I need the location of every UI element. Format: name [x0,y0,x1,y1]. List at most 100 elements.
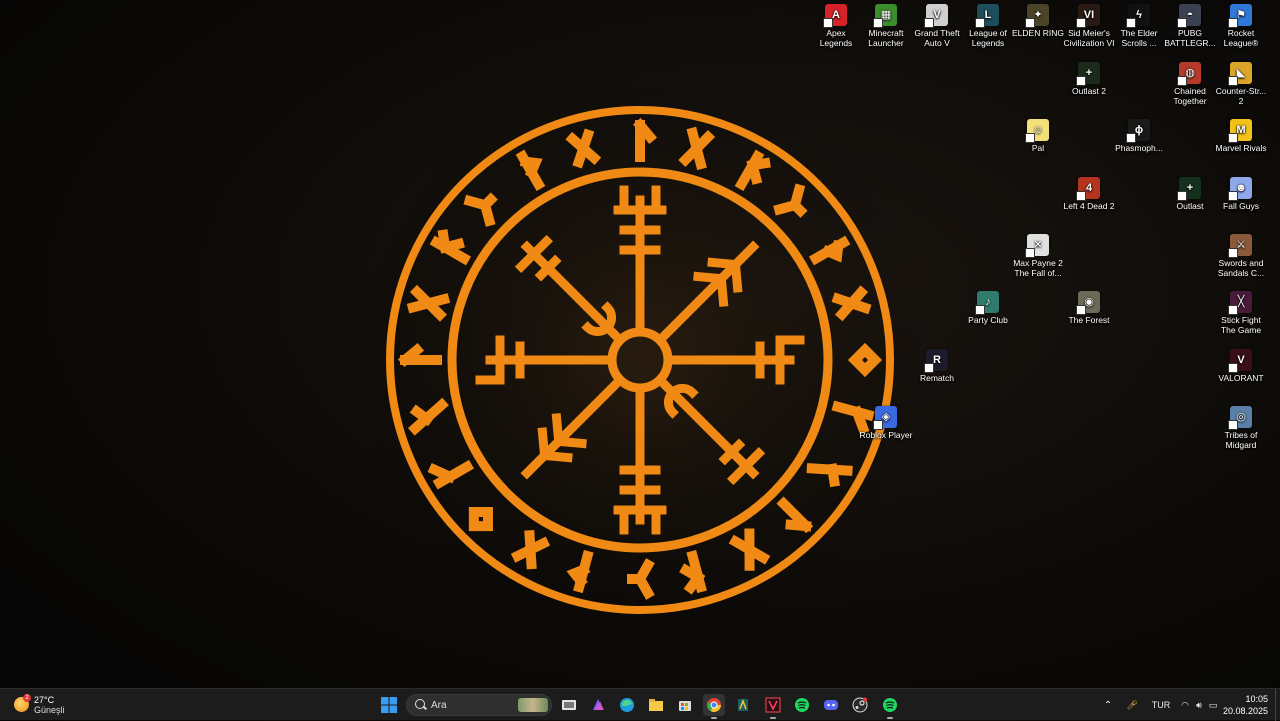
battery-icon[interactable]: ▭ [1206,700,1220,711]
desktop-icon-label: Phasmoph... [1115,143,1163,153]
copilot-button[interactable] [587,694,609,716]
desktop-icon-outlast[interactable]: + Outlast [1162,177,1218,211]
valorant-icon [765,697,781,713]
apex-legends-icon: A [823,4,847,28]
show-desktop-button[interactable] [1275,689,1280,721]
desktop-icon-label: Chained Together [1173,86,1207,106]
desktop-icon-swords-and-sandals-c[interactable]: ⚔ Swords and Sandals C... [1213,234,1269,278]
desktop-icon-league-of-legends[interactable]: L League of Legends [960,4,1016,48]
desktop-icon-the-elder-scrolls[interactable]: ϟ The Elder Scrolls ... [1111,4,1167,48]
desktop-icon-outlast-2[interactable]: + Outlast 2 [1061,62,1117,96]
desktop-icon-chained-together[interactable]: ◍ Chained Together [1162,62,1218,106]
desktop-icon-rematch[interactable]: R Rematch [909,349,965,383]
store-button[interactable] [674,694,696,716]
desktop-icon-label: Rematch [919,373,954,383]
start-button[interactable] [378,694,400,716]
pal-icon: ☺ [1025,119,1049,143]
desktop-icon-apex-legends[interactable]: A Apex Legends [808,4,864,48]
discord-button[interactable] [820,694,842,716]
microphone-icon[interactable]: 🎤︎ [1122,700,1142,711]
desktop-icon-sid-meier-s-civilization-vi[interactable]: VI Sid Meier's Civilization VI [1061,4,1117,48]
phasmoph-icon: ϕ [1126,119,1150,143]
volume-icon[interactable]: 🔊︎ [1192,700,1206,711]
weather-temperature: 27°C [34,695,55,705]
desktop-icon-counter-str-2[interactable]: ◣ Counter-Str... 2 [1213,62,1269,106]
counter-str-2-icon: ◣ [1228,62,1252,86]
desktop-icon-fall-guys[interactable]: ☻ Fall Guys [1213,177,1269,211]
elden-ring-icon: ✦ [1025,4,1049,28]
outlast-icon: + [1177,177,1201,201]
party-club-icon: ♪ [975,291,999,315]
search-box[interactable]: Ara [406,694,552,716]
steam-icon [852,697,868,713]
desktop-icon-max-payne-2-the-fall-of[interactable]: ✕ Max Payne 2 The Fall of... [1010,234,1066,278]
the-forest-icon: ◉ [1076,291,1100,315]
spotify-button[interactable] [791,694,813,716]
sid-meier-s-civilization-vi-icon: VI [1076,4,1100,28]
leaf-app-icon [738,698,748,711]
marvel-rivals-icon: M [1228,119,1252,143]
desktop-icon-the-forest[interactable]: ◉ The Forest [1061,291,1117,325]
stick-fight-the-game-icon: ╳ [1228,291,1252,315]
desktop-icon-grand-theft-auto-v[interactable]: V Grand Theft Auto V [909,4,965,48]
grand-theft-auto-v-icon: V [924,4,948,28]
max-payne-2-the-fall-of-icon: ✕ [1025,234,1049,258]
vegvisir-wallpaper [340,60,940,660]
desktop-icon-label: Tribes of Midgard [1224,430,1258,450]
desktop-icon-label: Counter-Str... 2 [1215,86,1267,106]
task-view-icon [562,700,576,710]
desktop-icon-phasmoph[interactable]: ϕ Phasmoph... [1111,119,1167,153]
left-4-dead-2-icon: 4 [1076,177,1100,201]
wifi-icon[interactable]: ◠ [1178,700,1192,711]
desktop-icon-tribes-of-midgard[interactable]: ◎ Tribes of Midgard [1213,406,1269,450]
task-view-button[interactable] [558,694,580,716]
weather-condition: Güneşli [34,705,65,715]
app-button-leaf[interactable] [732,694,754,716]
desktop-icon-roblox-player[interactable]: ◈ Roblox Player [858,406,914,440]
search-placeholder: Ara [431,700,447,711]
clock[interactable]: 10:05 20.08.2025 [1223,693,1268,717]
windows-icon [381,697,397,713]
desktop-icon-label: Stick Fight The Game [1220,315,1262,335]
desktop-icon-stick-fight-the-game[interactable]: ╳ Stick Fight The Game [1213,291,1269,335]
valorant-button[interactable] [762,694,784,719]
desktop-icon-valorant[interactable]: V VALORANT [1213,349,1269,383]
desktop-icon-elden-ring[interactable]: ✦ ELDEN RING [1010,4,1066,38]
desktop-icon-label: Grand Theft Auto V [914,28,960,48]
desktop-icon-label: Party Club [968,315,1008,325]
desktop-icon-label: Sid Meier's Civilization VI [1063,28,1115,48]
the-elder-scrolls-icon: ϟ [1126,4,1150,28]
discord-icon [824,700,838,710]
desktop-icon-label: Swords and Sandals C... [1217,258,1265,278]
steam-button[interactable] [849,694,871,716]
chained-together-icon: ◍ [1177,62,1201,86]
desktop-icon-label: Left 4 Dead 2 [1063,201,1115,211]
desktop-icon-party-club[interactable]: ♪ Party Club [960,291,1016,325]
edge-button[interactable] [616,694,638,716]
desktop-icon-pal[interactable]: ☺ Pal [1010,119,1066,153]
taskbar: 2 27°C Güneşli Ara ⌃ 🎤︎ TUR ◠ 🔊︎ ▭ 10:05… [0,688,1280,721]
spotify-button-2[interactable] [879,694,901,719]
language-indicator[interactable]: TUR [1148,700,1174,710]
spotify-icon [883,698,897,712]
desktop-icon-label: Minecraft Launcher [868,28,904,48]
chevron-up-icon[interactable]: ⌃ [1100,700,1116,711]
pubg-battlegr-icon: ◓ [1177,4,1201,28]
desktop-icon-label: VALORANT [1218,373,1264,383]
desktop-icon-minecraft-launcher[interactable]: ▦ Minecraft Launcher [858,4,914,48]
desktop-icon-rocket-league[interactable]: ⚑ Rocket League® [1213,4,1269,48]
chrome-button[interactable] [703,694,725,719]
rocket-league-icon: ⚑ [1228,4,1252,28]
weather-widget[interactable]: 2 27°C Güneşli [12,694,102,716]
desktop-icon-marvel-rivals[interactable]: M Marvel Rivals [1213,119,1269,153]
clock-time: 10:05 [1245,694,1268,704]
copilot-icon [593,699,604,710]
file-explorer-button[interactable] [645,694,667,716]
desktop-icon-left-4-dead-2[interactable]: 4 Left 4 Dead 2 [1061,177,1117,211]
desktop-icon-label: Apex Legends [819,28,853,48]
outlast-2-icon: + [1076,62,1100,86]
valorant-icon: V [1228,349,1252,373]
notification-badge: 2 [23,694,31,702]
desktop-icon-label: Pal [1031,143,1045,153]
desktop-icon-pubg-battlegr[interactable]: ◓ PUBG BATTLEGR... [1162,4,1218,48]
